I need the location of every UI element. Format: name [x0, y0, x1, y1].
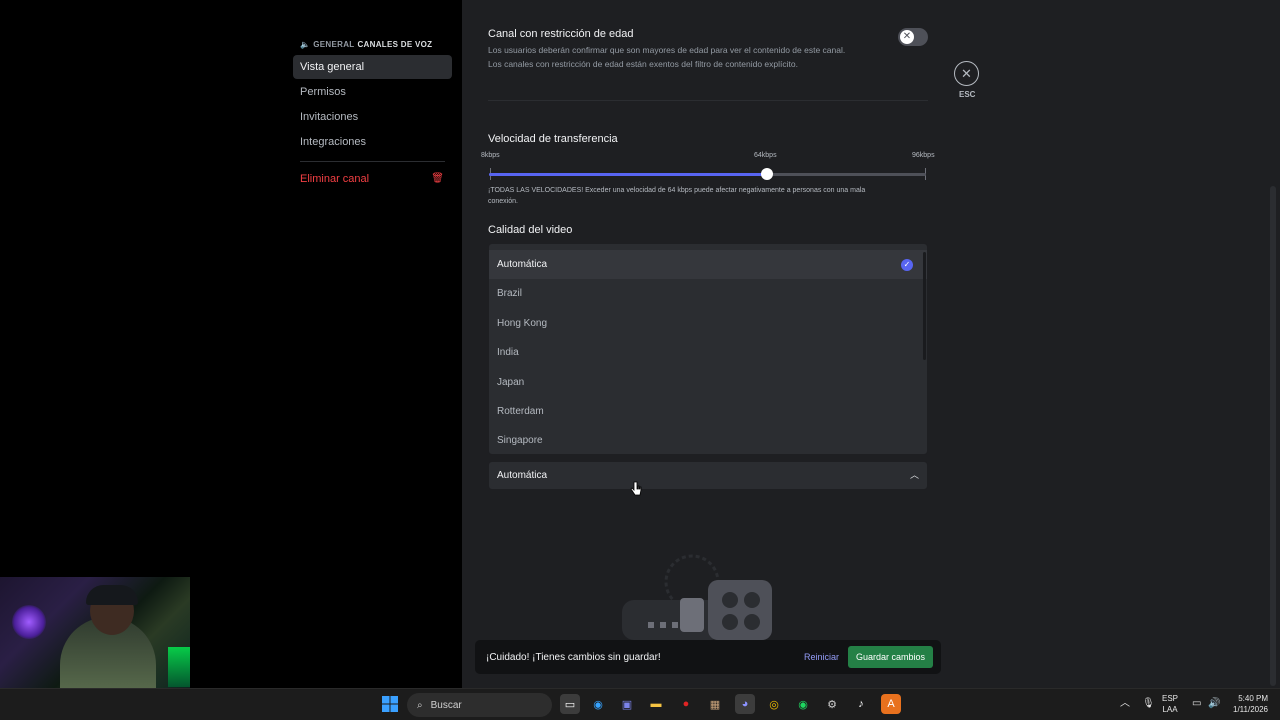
region-option-label: India: [497, 347, 519, 359]
region-option-label: Singapore: [497, 435, 543, 447]
region-option-label: Brazil: [497, 288, 523, 300]
sidebar-item-integrations[interactable]: Integraciones: [293, 130, 452, 154]
language-code: ESP: [1162, 694, 1179, 703]
clock-time: 5:40 PM: [1238, 694, 1268, 703]
taskbar-search[interactable]: ⌕ Buscar: [407, 693, 552, 717]
bitrate-warning-line2: conexión.: [488, 197, 518, 205]
region-option[interactable]: Singapore: [489, 426, 927, 454]
region-option-label: Hong Kong: [497, 317, 548, 329]
age-restriction-toggle[interactable]: ✕: [898, 28, 928, 46]
region-select[interactable]: Automática ︿: [488, 461, 928, 490]
teams-icon[interactable]: ▣: [617, 694, 637, 714]
person-cap: [86, 585, 138, 605]
chevron-up-icon: ︿: [909, 470, 919, 480]
language-indicator[interactable]: ESP LAA: [1162, 693, 1178, 715]
keyboard-layout: LAA: [1162, 705, 1178, 714]
tray-overflow-icon[interactable]: ︿: [1120, 698, 1130, 709]
region-dropdown-list: Automática ✓ Brazil Hong Kong India Japan…: [488, 243, 928, 455]
webcam-overlay: [0, 577, 190, 688]
search-icon: ⌕: [417, 699, 423, 711]
esc-label: ESC: [959, 90, 976, 99]
age-restriction-description: Los usuarios deberán confirmar que son m…: [488, 44, 888, 71]
microphone-icon[interactable]: 🎙: [1142, 698, 1155, 709]
edge-icon[interactable]: ◉: [588, 694, 608, 714]
discord-icon[interactable]: ◕: [735, 694, 755, 714]
age-restriction-title: Canal con restricción de edad: [488, 28, 634, 40]
office-app-icon[interactable]: A: [881, 694, 901, 714]
region-select-value: Automática: [497, 470, 548, 481]
sidebar-item-invites[interactable]: Invitaciones: [293, 105, 452, 129]
section-divider: [488, 100, 928, 101]
bitrate-max-label: 96kbps: [912, 152, 935, 159]
sidebar-item-label: Invitaciones: [300, 111, 359, 123]
age-restriction-desc-line1: Los usuarios deberán confirmar que son m…: [488, 45, 846, 55]
neon-light: [12, 605, 46, 639]
delete-channel-button[interactable]: Eliminar canal 🗑: [293, 167, 452, 191]
search-placeholder: Buscar: [430, 699, 462, 711]
breadcrumb: 🔈 GENERAL CANALES DE VOZ: [300, 40, 432, 49]
sidebar-divider: [300, 161, 445, 162]
bitrate-slider-handle[interactable]: [761, 168, 774, 180]
breadcrumb-section: CANALES DE VOZ: [357, 40, 433, 49]
save-changes-button[interactable]: Guardar cambios: [847, 646, 933, 668]
sidebar-item-label: Vista general: [300, 61, 365, 73]
region-option[interactable]: Brazil: [489, 279, 927, 308]
region-option[interactable]: Automática ✓: [489, 250, 927, 280]
bitrate-warning-line1: ¡TODAS LAS VELOCIDADES! Exceder una velo…: [488, 187, 866, 194]
region-option[interactable]: India: [489, 338, 927, 367]
bitrate-slider[interactable]: [489, 168, 926, 180]
file-explorer-icon[interactable]: ▬: [646, 694, 666, 714]
toggle-off-icon: ✕: [900, 30, 914, 44]
chrome-icon[interactable]: ◎: [764, 694, 784, 714]
speaker-icon: 🔈: [300, 40, 311, 49]
green-light: [168, 647, 190, 687]
clock-date: 1/11/2026: [1233, 705, 1268, 714]
bitrate-warning: ¡TODAS LAS VELOCIDADES! Exceder una velo…: [488, 186, 908, 207]
delete-channel-label: Eliminar canal: [300, 173, 370, 185]
region-option[interactable]: Rotterdam: [489, 397, 927, 426]
steam-icon[interactable]: ⚙: [822, 694, 842, 714]
region-option[interactable]: Hong Kong: [489, 309, 927, 338]
region-option-label: Automática: [497, 259, 548, 270]
bitrate-slider-fill: [489, 173, 768, 176]
app-red-icon[interactable]: ●: [676, 694, 696, 714]
taskbar: ⌕ Buscar ▭ ◉ ▣ ▬ ● ▦ ◕ ◎ ◉ ⚙ ♪ A ︿ 🎙 ESP…: [0, 688, 1280, 720]
close-icon: ✕: [961, 65, 972, 81]
bitrate-mid-label: 64kbps: [754, 152, 777, 159]
bitrate-title: Velocidad de transferencia: [488, 133, 618, 145]
video-quality-title: Calidad del video: [488, 224, 573, 236]
spotify-icon[interactable]: ◉: [793, 694, 813, 714]
close-settings-button[interactable]: ✕: [954, 61, 979, 86]
check-icon: ✓: [901, 259, 913, 271]
sidebar-item-label: Integraciones: [300, 136, 367, 148]
sidebar-item-permissions[interactable]: Permisos: [293, 80, 452, 104]
clock[interactable]: 5:40 PM 1/11/2026: [1226, 693, 1268, 715]
dropdown-scrollbar[interactable]: [923, 252, 926, 360]
bitrate-min-label: 8kbps: [481, 152, 500, 159]
network-icon[interactable]: ▭: [1192, 698, 1201, 709]
unsaved-changes-bar: ¡Cuidado! ¡Tienes cambios sin guardar! R…: [475, 640, 941, 674]
region-option-label: Rotterdam: [497, 405, 544, 417]
task-view-icon[interactable]: ▭: [560, 694, 580, 714]
unsaved-message: ¡Cuidado! ¡Tienes cambios sin guardar!: [486, 651, 661, 663]
breadcrumb-channel: GENERAL: [313, 40, 355, 49]
sidebar-item-overview[interactable]: Vista general: [293, 55, 452, 79]
region-option-label: Japan: [497, 376, 525, 388]
volume-icon[interactable]: 🔊: [1208, 698, 1220, 709]
reset-button[interactable]: Reiniciar: [804, 652, 839, 662]
tiktok-icon[interactable]: ♪: [851, 694, 871, 714]
game-icon[interactable]: ▦: [705, 694, 725, 714]
region-option[interactable]: Japan: [489, 368, 927, 397]
sidebar-item-label: Permisos: [300, 86, 346, 98]
windows-start-icon[interactable]: [380, 694, 400, 714]
content-scrollbar[interactable]: [1270, 186, 1276, 686]
age-restriction-desc-line2: Los canales con restricción de edad está…: [488, 58, 798, 69]
settings-illustration: [622, 554, 772, 640]
trash-icon: 🗑: [431, 173, 444, 184]
